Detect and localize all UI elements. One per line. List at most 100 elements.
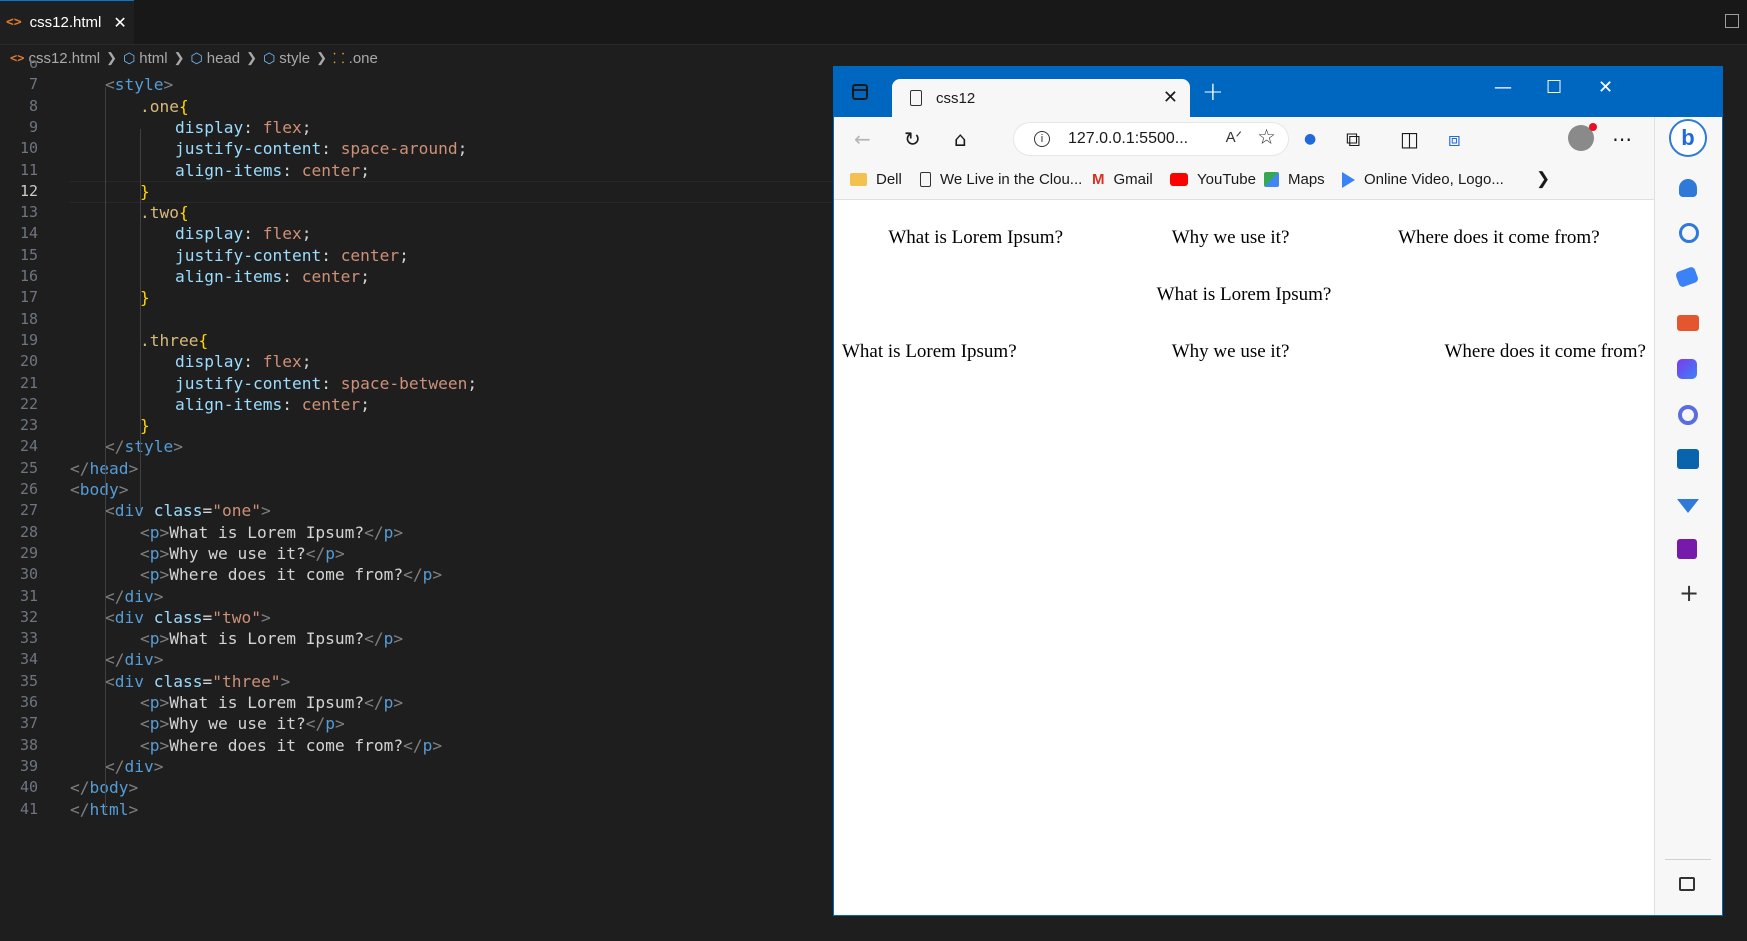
onenote-icon[interactable] <box>1677 539 1697 559</box>
browser-toolbar: ← ↻ ⌂ i 127.0.0.1:5500... Aᐟ ☆ ● ⧉ ◫ ⧈ ⋯ <box>834 117 1722 161</box>
browser-sidebar: b + ⚙ <box>1654 117 1722 915</box>
code-token: > <box>159 522 170 542</box>
collections-icon[interactable]: ⧈ <box>1448 127 1461 151</box>
split-screen-icon[interactable]: ◫ <box>1400 127 1419 151</box>
favorite-dell[interactable]: Dell <box>850 171 902 188</box>
code-token: : <box>282 160 302 180</box>
code-line: } <box>140 182 150 201</box>
extension-blue-icon[interactable]: ● <box>1304 131 1316 147</box>
favorite-cloud-page[interactable]: We Live in the Clou... <box>920 171 1082 188</box>
editor-tab-bar: <> css12.html ✕ <box>0 0 1747 45</box>
code-editor[interactable]: 6 7 <style> 8 .one{9 display: flex; 10 justify-… <box>0 60 833 941</box>
code-token: < <box>140 629 150 649</box>
games-icon[interactable] <box>1677 359 1697 379</box>
shopping-tag-icon[interactable] <box>1674 266 1700 288</box>
extensions-puzzle-icon[interactable]: ⧉ <box>1346 127 1360 151</box>
line-number: 23 <box>19 416 38 435</box>
address-bar[interactable]: i 127.0.0.1:5500... Aᐟ ☆ <box>1014 123 1288 155</box>
code-token: justify-content <box>175 245 322 265</box>
code-token: class <box>153 607 203 627</box>
code-token: < <box>140 693 150 712</box>
code-token: : <box>321 139 341 159</box>
code-token: Where does it come from? <box>169 735 404 755</box>
code-token: { <box>178 203 189 223</box>
url-text: 127.0.0.1:5500... <box>1068 130 1189 147</box>
minimize-button[interactable]: — <box>1494 77 1512 98</box>
favorite-maps[interactable]: Maps <box>1264 171 1325 188</box>
code-token: div <box>114 607 144 627</box>
code-token: display <box>175 224 244 244</box>
line-number: 31 <box>19 586 38 605</box>
code-token: space-between <box>340 373 468 393</box>
line-number: 28 <box>19 522 38 541</box>
more-menu-icon[interactable]: ⋯ <box>1612 127 1632 151</box>
code-token: < <box>105 501 115 521</box>
editor-tab-css12[interactable]: <> css12.html ✕ <box>0 0 134 44</box>
favorite-label: We Live in the Clou... <box>940 171 1083 188</box>
line-number: 6 <box>28 60 38 72</box>
microsoft-365-icon[interactable] <box>1678 405 1698 425</box>
code-line: <style> <box>105 75 173 94</box>
code-token: align-items <box>175 267 283 286</box>
sidebar-panel-icon[interactable] <box>1679 877 1695 891</box>
read-aloud-icon[interactable]: Aᐟ <box>1226 128 1242 146</box>
refresh-icon[interactable]: ↻ <box>904 127 921 151</box>
home-icon[interactable]: ⌂ <box>954 127 967 151</box>
code-line: justify-content: center; <box>175 246 409 265</box>
maximize-button[interactable]: ☐ <box>1546 77 1562 98</box>
code-token: ; <box>360 160 370 180</box>
tools-briefcase-icon[interactable] <box>1677 315 1699 331</box>
sidebar-divider <box>1665 859 1711 860</box>
code-token: .three <box>140 330 199 350</box>
code-token: p <box>149 543 160 563</box>
close-window-button[interactable]: ✕ <box>1598 77 1613 98</box>
code-token: < <box>140 565 150 585</box>
search-icon[interactable] <box>1679 223 1699 243</box>
indent-guide <box>105 616 106 814</box>
read-aloud-label: A <box>1225 129 1236 146</box>
notifications-bell-icon[interactable] <box>1679 179 1697 197</box>
code-token: > <box>163 75 174 95</box>
layout-toggle-icon[interactable] <box>1725 14 1739 28</box>
code-token: > <box>159 693 170 712</box>
code-token: ; <box>301 352 312 372</box>
favorite-youtube[interactable]: YouTube <box>1170 171 1256 188</box>
close-tab-icon[interactable]: ✕ <box>1163 87 1178 108</box>
outlook-icon[interactable] <box>1677 449 1699 469</box>
code-line: <div class="two"> <box>105 608 271 627</box>
browser-tab-css12[interactable]: css12 ✕ <box>892 79 1190 117</box>
paragraph: Where does it come from? <box>1444 341 1646 362</box>
code-token: flex <box>262 224 302 244</box>
add-plus-icon[interactable]: + <box>1679 579 1699 607</box>
line-number: 21 <box>19 373 38 392</box>
drop-send-icon[interactable] <box>1677 499 1699 513</box>
new-tab-button[interactable]: + <box>1202 77 1224 107</box>
code-token: > <box>153 756 164 776</box>
favorite-label: YouTube <box>1197 171 1256 188</box>
code-line: </div> <box>105 650 164 669</box>
code-token: style <box>124 437 174 457</box>
info-icon[interactable]: i <box>1034 131 1050 147</box>
line-number: 19 <box>19 330 38 349</box>
tab-actions-icon[interactable] <box>852 84 868 100</box>
folder-icon <box>850 173 867 186</box>
code-line: <p>Why we use it?</p> <box>140 714 345 733</box>
favorite-online-video[interactable]: Online Video, Logo... <box>1342 171 1504 188</box>
favorite-gmail[interactable]: M Gmail <box>1092 171 1153 188</box>
bing-copilot-button[interactable]: b <box>1669 119 1707 157</box>
profile-avatar[interactable] <box>1568 123 1597 151</box>
chevron-right-icon[interactable]: ❯ <box>1536 169 1550 189</box>
code-token: : <box>243 117 263 137</box>
code-token: space-around <box>340 139 458 159</box>
close-tab-icon[interactable]: ✕ <box>113 13 126 32</box>
favorite-star-icon[interactable]: ☆ <box>1257 125 1276 149</box>
code-token: ; <box>360 394 370 414</box>
code-token: > <box>334 714 345 734</box>
maps-icon <box>1264 172 1279 187</box>
code-token: > <box>153 650 164 670</box>
back-arrow-icon[interactable]: ← <box>854 127 871 151</box>
line-number: 15 <box>19 245 38 264</box>
code-line: .one{ <box>140 97 189 116</box>
code-line: </div> <box>105 587 164 606</box>
